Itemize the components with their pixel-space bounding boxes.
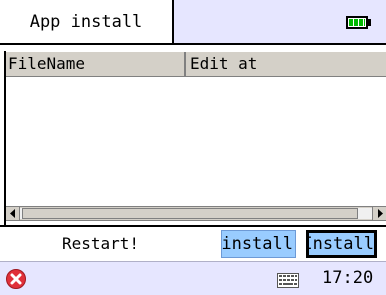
file-table[interactable]: FileName Edit at [0,45,386,225]
install-button[interactable]: Install [306,230,377,258]
column-header-filename[interactable]: FileName [6,52,186,76]
horizontal-scrollbar[interactable] [6,206,386,221]
status-divider [0,261,386,262]
app-title: App install [29,11,143,32]
keyboard-icon[interactable] [277,273,299,288]
column-header-edit-at[interactable]: Edit at [188,52,386,76]
table-header: FileName Edit at [6,51,386,77]
scroll-left-button[interactable] [6,207,20,220]
uninstall-label: Uninstall [221,234,293,254]
battery-level [349,19,365,26]
action-bar: Restart! Uninstall Install [0,227,386,261]
battery-tip [368,19,371,26]
clock: 17:20 [322,268,374,288]
app-title-tab[interactable]: App install [0,0,174,43]
install-label: Install [306,234,374,254]
scroll-right-button[interactable] [372,207,386,220]
restart-button[interactable]: Restart! [62,233,139,255]
status-bar: 17:20 [0,261,386,295]
table-border [4,51,6,225]
close-icon[interactable] [6,269,26,289]
battery-icon [346,16,368,29]
scroll-thumb[interactable] [22,208,358,219]
arrow-left-icon [9,209,15,218]
title-bar: App install [0,0,386,44]
uninstall-button[interactable]: Uninstall [221,230,296,258]
arrow-right-icon [377,209,383,218]
